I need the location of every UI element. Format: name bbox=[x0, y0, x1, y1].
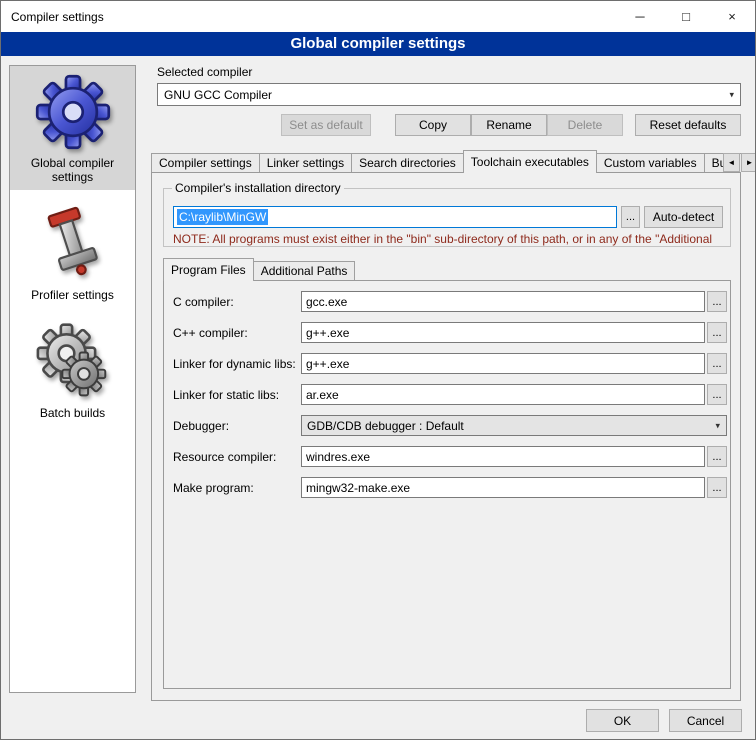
make-program-input[interactable] bbox=[301, 477, 705, 498]
linker-static-browse-button[interactable]: ... bbox=[707, 384, 727, 405]
compiler-settings-window: Compiler settings ─ □ × Global compiler … bbox=[0, 0, 756, 740]
tab-scroll-right-icon[interactable]: ► bbox=[741, 153, 756, 172]
minimize-button[interactable]: ─ bbox=[617, 1, 663, 32]
tab-scroll-buttons: ◄ ► bbox=[723, 153, 756, 172]
subtab-program-files[interactable]: Program Files bbox=[163, 258, 254, 281]
selected-compiler-label: Selected compiler bbox=[157, 65, 252, 79]
compiler-select-value: GNU GCC Compiler bbox=[164, 88, 272, 102]
linker-dynamic-input[interactable] bbox=[301, 353, 705, 374]
cpp-compiler-browse-button[interactable]: ... bbox=[707, 322, 727, 343]
sidebar-item-label: Profiler settings bbox=[12, 288, 133, 302]
install-dir-value: C:\raylib\MinGW bbox=[177, 209, 268, 225]
sidebar-item-label: Batch builds bbox=[12, 406, 133, 420]
window-title: Compiler settings bbox=[11, 10, 104, 24]
c-compiler-browse-button[interactable]: ... bbox=[707, 291, 727, 312]
sidebar: Global compiler settings Profiler settin… bbox=[9, 65, 136, 693]
linker-static-label: Linker for static libs: bbox=[173, 388, 279, 402]
resource-compiler-label: Resource compiler: bbox=[173, 450, 276, 464]
rename-button[interactable]: Rename bbox=[471, 114, 547, 136]
sidebar-item-profiler-settings[interactable]: Profiler settings bbox=[10, 198, 135, 308]
tab-bar: Compiler settings Linker settings Search… bbox=[151, 150, 743, 172]
linker-dynamic-browse-button[interactable]: ... bbox=[707, 353, 727, 374]
resource-compiler-input[interactable] bbox=[301, 446, 705, 467]
reset-defaults-button[interactable]: Reset defaults bbox=[635, 114, 741, 136]
set-as-default-button: Set as default bbox=[281, 114, 371, 136]
copy-button[interactable]: Copy bbox=[395, 114, 471, 136]
maximize-button[interactable]: □ bbox=[663, 1, 709, 32]
debugger-select[interactable]: GDB/CDB debugger : Default ▾ bbox=[301, 415, 727, 436]
tab-search-directories[interactable]: Search directories bbox=[351, 153, 464, 172]
chevron-down-icon: ▾ bbox=[715, 420, 720, 431]
resource-compiler-browse-button[interactable]: ... bbox=[707, 446, 727, 467]
linker-dynamic-label: Linker for dynamic libs: bbox=[173, 357, 296, 371]
chevron-down-icon: ▾ bbox=[729, 89, 734, 100]
c-compiler-label: C compiler: bbox=[173, 295, 234, 309]
c-compiler-input[interactable] bbox=[301, 291, 705, 312]
cpp-compiler-input[interactable] bbox=[301, 322, 705, 343]
sidebar-item-global-compiler-settings[interactable]: Global compiler settings bbox=[10, 66, 135, 190]
tab-toolchain-executables[interactable]: Toolchain executables bbox=[463, 150, 597, 173]
installation-directory-group-label: Compiler's installation directory bbox=[172, 181, 344, 195]
compiler-select[interactable]: GNU GCC Compiler ▾ bbox=[157, 83, 741, 106]
window-controls: ─ □ × bbox=[617, 1, 755, 32]
profiler-tool-icon bbox=[34, 205, 112, 283]
titlebar: Compiler settings ─ □ × bbox=[1, 1, 755, 32]
cancel-button[interactable]: Cancel bbox=[669, 709, 742, 732]
gray-gears-icon bbox=[34, 323, 112, 401]
tab-scroll-left-icon[interactable]: ◄ bbox=[723, 153, 740, 172]
subtab-additional-paths[interactable]: Additional Paths bbox=[253, 261, 356, 280]
blue-gear-icon bbox=[34, 73, 112, 151]
close-button[interactable]: × bbox=[709, 1, 755, 32]
ok-button[interactable]: OK bbox=[586, 709, 659, 732]
auto-detect-button[interactable]: Auto-detect bbox=[644, 206, 723, 228]
install-dir-input[interactable]: C:\raylib\MinGW bbox=[173, 206, 617, 228]
make-program-browse-button[interactable]: ... bbox=[707, 477, 727, 498]
make-program-label: Make program: bbox=[173, 481, 254, 495]
delete-button: Delete bbox=[547, 114, 623, 136]
cpp-compiler-label: C++ compiler: bbox=[173, 326, 248, 340]
sidebar-item-label: Global compiler settings bbox=[12, 156, 133, 184]
tab-custom-variables[interactable]: Custom variables bbox=[596, 153, 705, 172]
dialog-header: Global compiler settings bbox=[1, 32, 755, 56]
install-dir-browse-button[interactable]: ... bbox=[621, 206, 640, 228]
linker-static-input[interactable] bbox=[301, 384, 705, 405]
sidebar-item-batch-builds[interactable]: Batch builds bbox=[10, 316, 135, 426]
bin-subdirectory-note: NOTE: All programs must exist either in … bbox=[173, 232, 727, 246]
tab-linker-settings[interactable]: Linker settings bbox=[259, 153, 352, 172]
tab-compiler-settings[interactable]: Compiler settings bbox=[151, 153, 260, 172]
debugger-label: Debugger: bbox=[173, 419, 229, 433]
subtab-bar: Program Files Additional Paths bbox=[163, 258, 354, 280]
debugger-select-value: GDB/CDB debugger : Default bbox=[307, 419, 464, 433]
